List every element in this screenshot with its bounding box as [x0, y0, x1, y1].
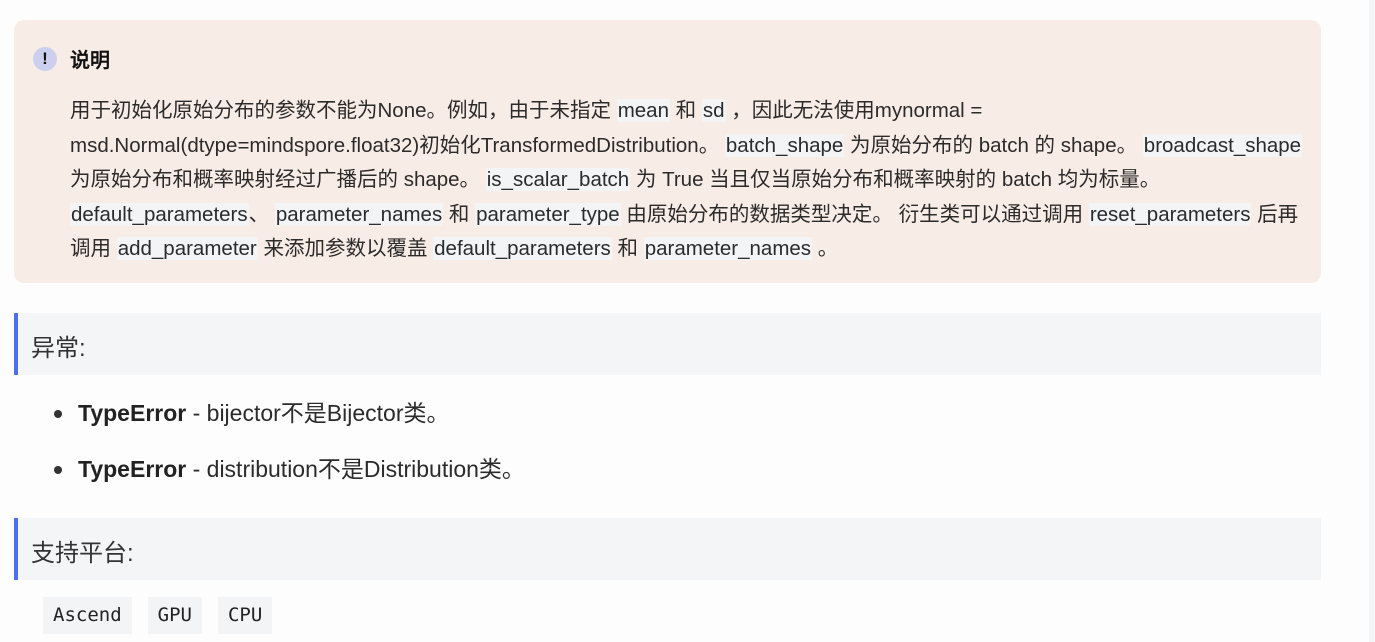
note-title: 说明 — [70, 50, 110, 72]
list-item: TypeError - bijector不是Bijector类。 — [50, 390, 525, 446]
platforms-heading-text: 支持平台: — [31, 540, 134, 567]
platforms-heading: 支持平台: — [14, 518, 1321, 580]
inline-code: is_scalar_batch — [485, 168, 631, 191]
note-text: 为 True 当且仅当原始分布和概率映射的 batch 均为标量。 — [630, 168, 1161, 191]
list-item: TypeError - distribution不是Distribution类。 — [50, 446, 525, 502]
note-text: 用于初始化原始分布的参数不能为None。例如，由于未指定 — [70, 99, 617, 122]
note-header: ! 说明 — [33, 44, 110, 73]
exclamation-icon: ! — [33, 46, 57, 71]
inline-code: default_parameters — [433, 237, 612, 260]
raises-heading-text: 异常: — [31, 335, 86, 362]
note-text: 和 — [443, 202, 476, 226]
inline-code: mean — [616, 99, 670, 122]
exception-type: TypeError — [78, 400, 187, 426]
inline-code: broadcast_shape — [1142, 133, 1303, 157]
platform-tag-ascend: Ascend — [43, 597, 132, 634]
note-text: 为原始分布和概率映射经过广播后的 shape。 — [70, 168, 486, 191]
inline-code: parameter_type — [475, 202, 621, 226]
inline-code: parameter_names — [643, 237, 813, 260]
raises-list: TypeError - bijector不是Bijector类。 TypeErr… — [50, 390, 525, 502]
inline-code: parameter_names — [274, 202, 444, 226]
platform-tags: Ascend GPU CPU — [43, 597, 273, 634]
raises-heading: 异常: — [14, 313, 1321, 375]
exception-type: TypeError — [78, 456, 187, 482]
note-body: 用于初始化原始分布的参数不能为None。例如，由于未指定 mean 和 sd ，… — [70, 94, 1310, 267]
scrollbar[interactable] — [1369, 0, 1375, 642]
note-text: 、 — [248, 202, 275, 226]
note-text: 由原始分布的数据类型决定。 衍生类可以通过调用 — [620, 202, 1089, 226]
inline-code: batch_shape — [724, 133, 845, 157]
note-text: 为原始分布的 batch 的 shape。 — [844, 133, 1143, 157]
exception-desc: - distribution不是Distribution类。 — [186, 456, 525, 482]
platform-tag-gpu: GPU — [147, 597, 202, 634]
note-text: 和 — [669, 99, 702, 122]
note-text: 和 — [611, 237, 644, 260]
note-text: 。 — [812, 237, 839, 260]
platform-tag-cpu: CPU — [217, 597, 273, 634]
note-admonition: ! 说明 用于初始化原始分布的参数不能为None。例如，由于未指定 mean 和… — [14, 20, 1321, 283]
inline-code: sd — [701, 99, 726, 122]
note-text: 来添加参数以覆盖 — [257, 237, 434, 260]
inline-code: add_parameter — [116, 237, 258, 260]
exception-desc: - bijector不是Bijector类。 — [186, 400, 450, 426]
inline-code: default_parameters — [70, 202, 249, 226]
inline-code: reset_parameters — [1088, 202, 1252, 226]
